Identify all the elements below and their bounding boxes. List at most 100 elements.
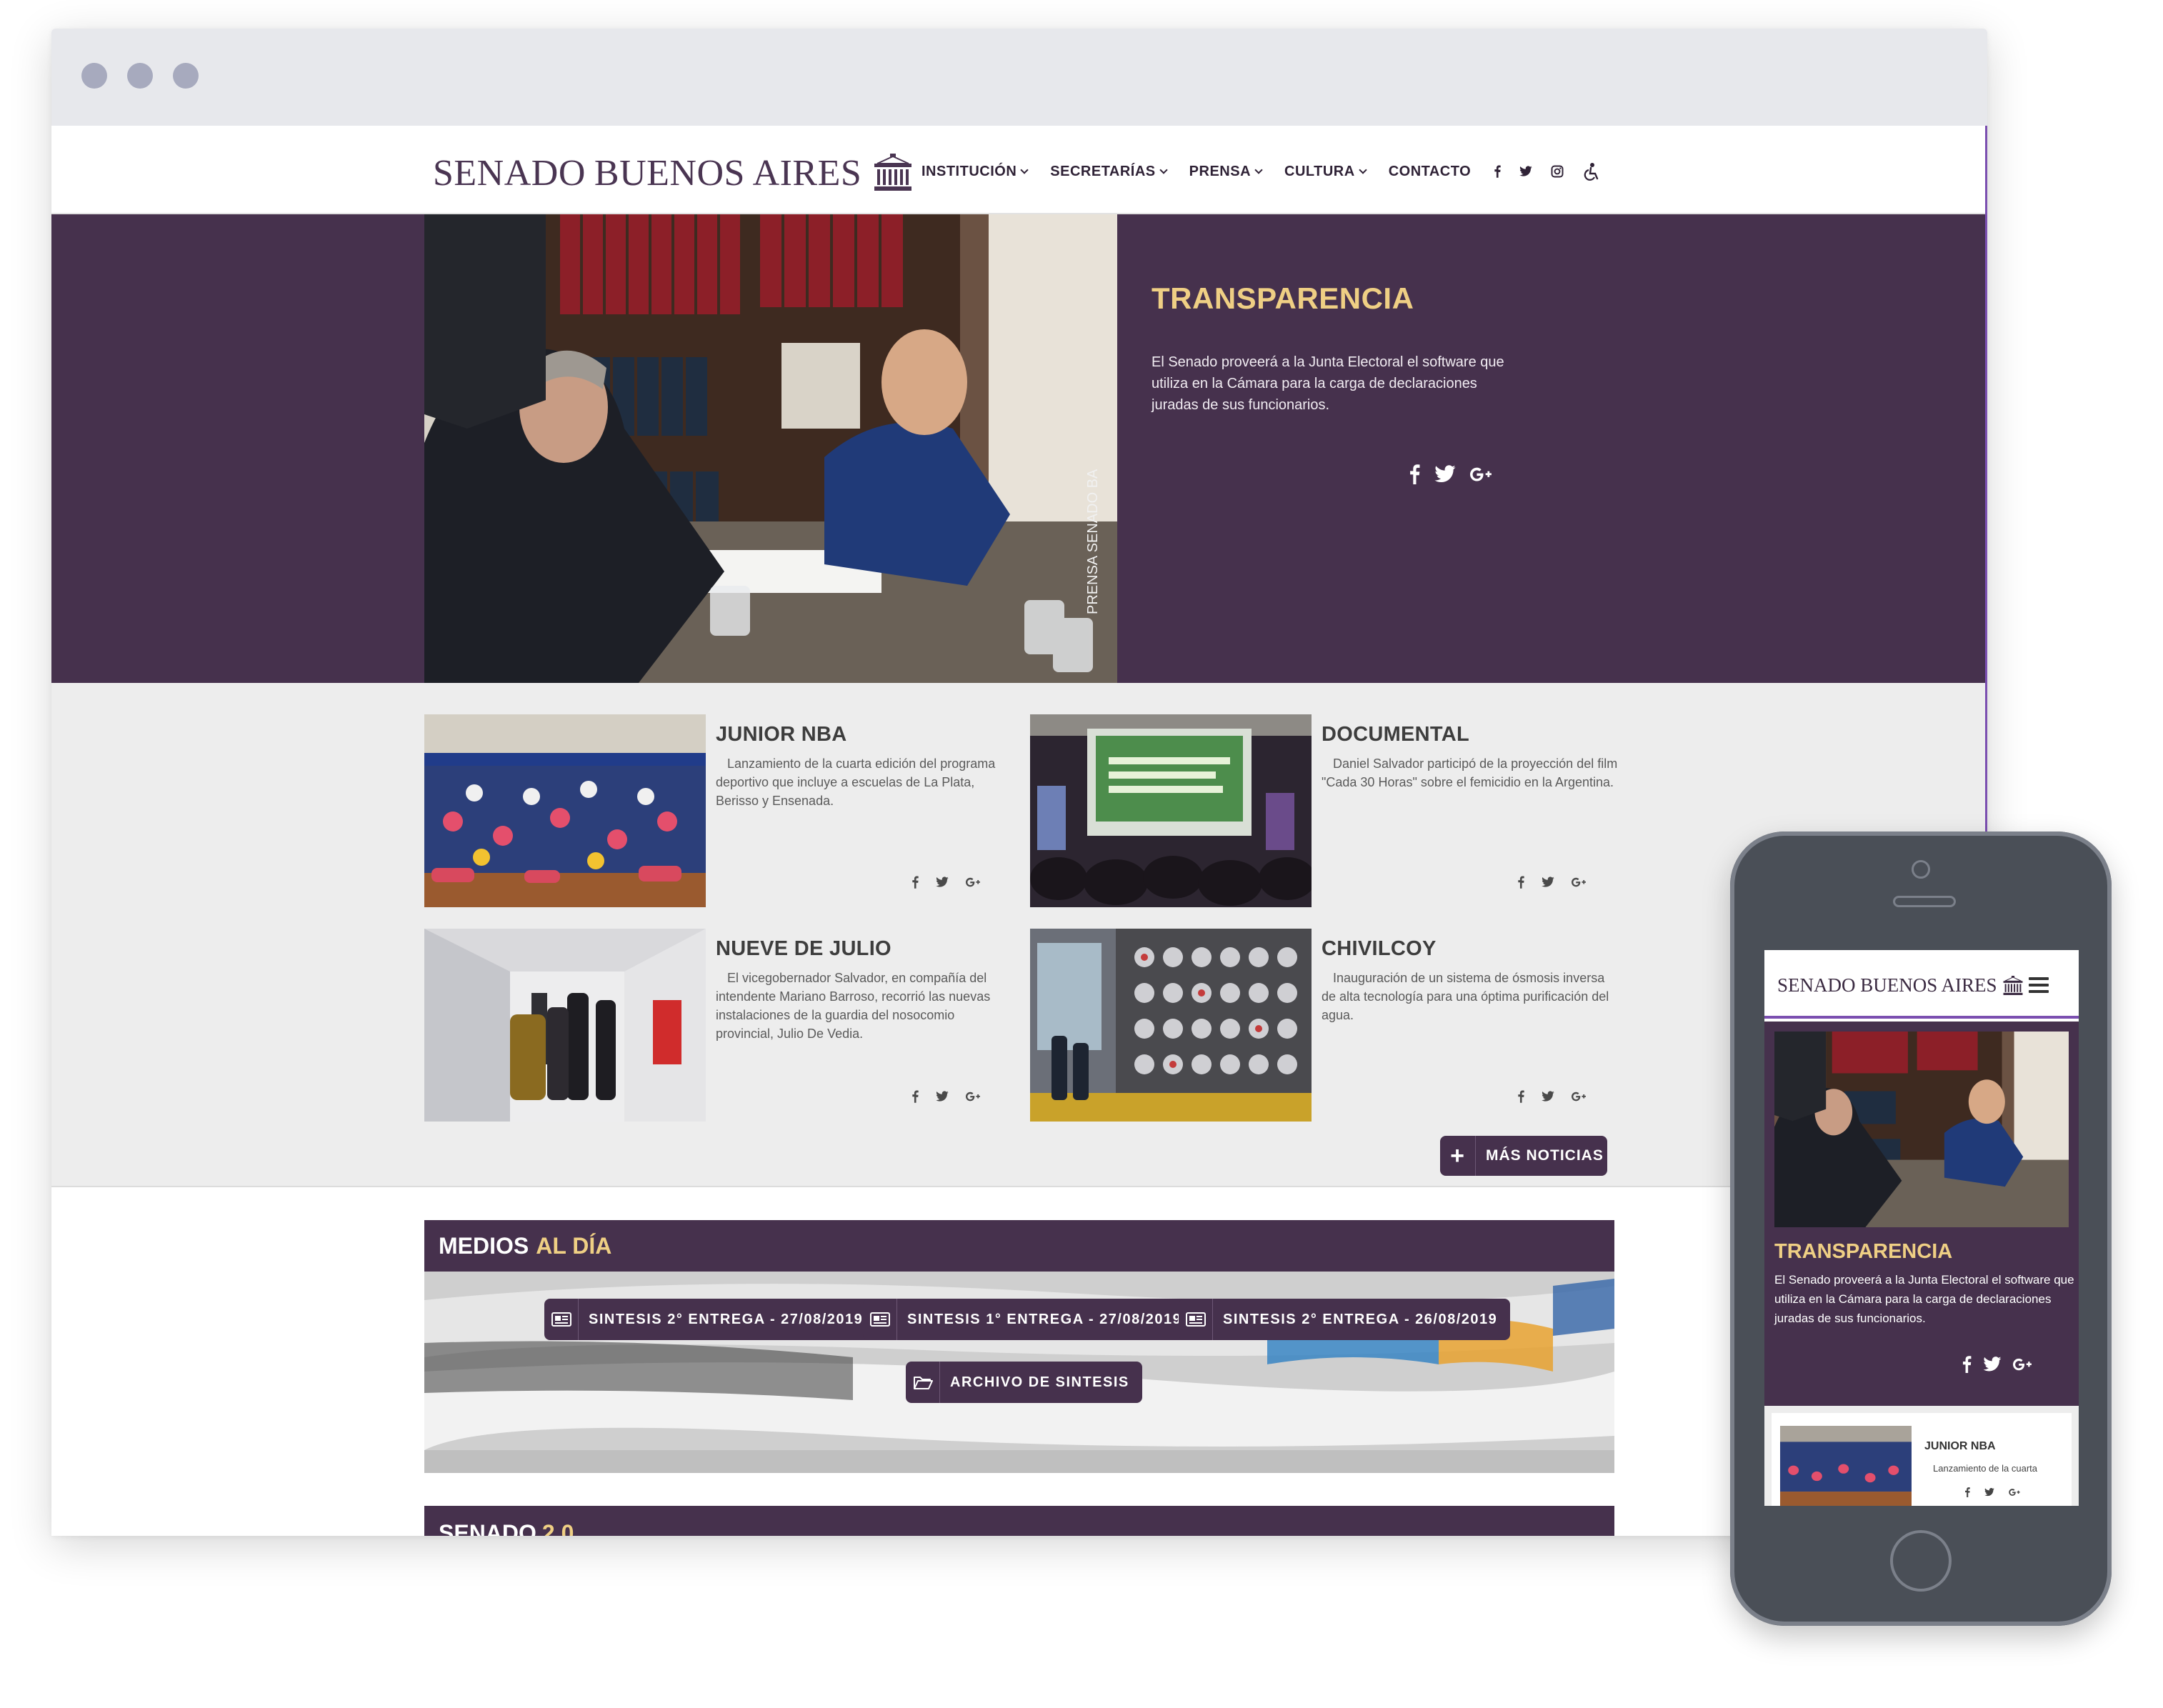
hero-description: El Senado proveerá a la Junta Electoral … bbox=[1152, 354, 1504, 413]
mobile-news-snippet: Lanzamiento de la cuarta bbox=[1933, 1463, 2037, 1474]
mobile-hero-title[interactable]: TRANSPARENCIA bbox=[1774, 1240, 1952, 1264]
facebook-icon[interactable] bbox=[1517, 876, 1524, 889]
news-description: Lanzamiento de la cuarta edición del pro… bbox=[716, 756, 996, 808]
news-description: El vicegobernador Salvador, en compañía … bbox=[716, 971, 991, 1041]
nav-item-contacto[interactable]: CONTACTO bbox=[1389, 164, 1471, 180]
hero-image: PRENSA SENADO BA bbox=[424, 214, 1117, 683]
hamburger-menu-icon[interactable] bbox=[2029, 977, 2049, 993]
news-card[interactable]: DOCUMENTAL Daniel Salvador participó de … bbox=[1030, 714, 1623, 907]
senado20-title-a: SENADO bbox=[439, 1520, 536, 1536]
news-share-links bbox=[1517, 876, 1603, 889]
news-thumbnail[interactable] bbox=[424, 714, 706, 907]
nav-item-label: INSTITUCIÓN bbox=[921, 163, 1017, 179]
nav-item-secretarias[interactable]: SECRETARÍAS bbox=[1050, 163, 1168, 180]
twitter-icon[interactable] bbox=[1519, 166, 1532, 177]
news-card[interactable]: JUNIOR NBA Lanzamiento de la cuarta edic… bbox=[424, 714, 1017, 907]
mobile-news-card[interactable]: JUNIOR NBA Lanzamiento de la cuarta bbox=[1772, 1413, 2072, 1506]
twitter-icon[interactable] bbox=[936, 1091, 949, 1102]
folder-open-icon bbox=[906, 1362, 940, 1403]
mobile-hero-description: El Senado proveerá a la Junta Electoral … bbox=[1774, 1273, 2074, 1325]
mobile-screen: SENADO BUENOS AIRES TRANSPARENCIA El Sen… bbox=[1764, 950, 2079, 1506]
chevron-down-icon bbox=[1020, 165, 1029, 174]
window-maximize-dot[interactable] bbox=[173, 63, 199, 89]
sintesis-button[interactable]: SINTESIS 1° ENTREGA - 27/08/2019 bbox=[863, 1299, 1195, 1340]
hero-photo[interactable]: PRENSA SENADO BA bbox=[424, 214, 1117, 683]
google-plus-icon[interactable] bbox=[1572, 1091, 1586, 1102]
news-thumbnail[interactable] bbox=[1030, 929, 1312, 1122]
news-card[interactable]: CHIVILCOY Inauguración de un sistema de … bbox=[1030, 929, 1623, 1122]
site-logo[interactable]: SENADO BUENOS AIRES bbox=[433, 152, 914, 194]
building-icon bbox=[2002, 976, 2024, 996]
photo-credit-text: PRENSA SENADO BA bbox=[1085, 469, 1101, 614]
facebook-icon[interactable] bbox=[1409, 464, 1420, 484]
sintesis-button[interactable]: SINTESIS 2° ENTREGA - 26/08/2019 bbox=[1179, 1299, 1511, 1340]
medios-title-a: MEDIOS bbox=[439, 1232, 529, 1259]
mobile-header: SENADO BUENOS AIRES bbox=[1764, 950, 2079, 1019]
nav-item-institucion[interactable]: INSTITUCIÓN bbox=[921, 163, 1029, 180]
sintesis-label: SINTESIS 1° ENTREGA - 27/08/2019 bbox=[907, 1311, 1182, 1327]
instagram-icon[interactable] bbox=[1551, 165, 1564, 178]
google-plus-icon[interactable] bbox=[1572, 877, 1586, 888]
phone-camera bbox=[1912, 860, 1930, 879]
building-icon bbox=[871, 154, 914, 192]
google-plus-icon[interactable] bbox=[2009, 1488, 2020, 1497]
site-header: SENADO BUENOS AIRES INSTITUCIÓN SECRETAR… bbox=[51, 126, 1985, 214]
twitter-icon[interactable] bbox=[1984, 1488, 1994, 1497]
window-close-dot[interactable] bbox=[81, 63, 107, 89]
archive-sintesis-button[interactable]: ARCHIVO DE SINTESIS bbox=[906, 1362, 1142, 1403]
phone-home-button[interactable] bbox=[1890, 1530, 1952, 1592]
browser-title-bar bbox=[51, 29, 1987, 126]
twitter-icon[interactable] bbox=[1983, 1357, 2002, 1372]
facebook-icon[interactable] bbox=[1964, 1487, 1970, 1497]
logo-secondary-text: BUENOS AIRES bbox=[594, 152, 862, 194]
facebook-icon[interactable] bbox=[1962, 1356, 1972, 1373]
mobile-news-thumbnail[interactable] bbox=[1780, 1426, 1912, 1506]
mobile-share-links bbox=[1962, 1356, 2043, 1373]
hero-share-links bbox=[1409, 464, 1506, 484]
sintesis-button[interactable]: SINTESIS 2° ENTREGA - 27/08/2019 bbox=[544, 1299, 876, 1340]
twitter-icon[interactable] bbox=[1542, 1091, 1554, 1102]
news-card[interactable]: NUEVE DE JULIO El vicegobernador Salvado… bbox=[424, 929, 1017, 1122]
facebook-icon[interactable] bbox=[1517, 1090, 1524, 1103]
news-share-links bbox=[911, 1090, 997, 1103]
logo-primary-text: SENADO bbox=[433, 152, 586, 194]
senado20-section-header: SENADO 2.0 bbox=[424, 1506, 1614, 1536]
news-title[interactable]: NUEVE DE JULIO bbox=[716, 937, 891, 961]
nav-item-cultura[interactable]: CULTURA bbox=[1284, 164, 1367, 180]
google-plus-icon[interactable] bbox=[966, 1091, 980, 1102]
mobile-news-share-links bbox=[1964, 1487, 2034, 1497]
mobile-news-title[interactable]: JUNIOR NBA bbox=[1924, 1440, 1996, 1453]
news-share-links bbox=[911, 876, 997, 889]
google-plus-icon[interactable] bbox=[1470, 465, 1492, 484]
news-title[interactable]: DOCUMENTAL bbox=[1322, 723, 1469, 746]
newspaper-icon bbox=[544, 1299, 579, 1340]
phone-speaker bbox=[1893, 896, 1956, 907]
facebook-icon[interactable] bbox=[911, 1090, 919, 1103]
desktop-browser-window: SENADO BUENOS AIRES INSTITUCIÓN SECRETAR… bbox=[51, 29, 1987, 1536]
accessibility-icon[interactable] bbox=[1582, 162, 1601, 181]
mobile-hero-photo[interactable] bbox=[1774, 1032, 2069, 1227]
news-title[interactable]: CHIVILCOY bbox=[1322, 937, 1437, 961]
mobile-logo[interactable]: SENADO BUENOS AIRES bbox=[1777, 974, 2024, 997]
hero-title[interactable]: TRANSPARENCIA bbox=[1152, 281, 1414, 316]
facebook-icon[interactable] bbox=[911, 876, 919, 889]
twitter-icon[interactable] bbox=[1434, 465, 1456, 484]
twitter-icon[interactable] bbox=[936, 877, 949, 888]
nav-item-prensa[interactable]: PRENSA bbox=[1189, 164, 1263, 180]
google-plus-icon[interactable] bbox=[2013, 1357, 2032, 1372]
twitter-icon[interactable] bbox=[1542, 877, 1554, 888]
google-plus-icon[interactable] bbox=[966, 877, 980, 888]
facebook-icon[interactable] bbox=[1494, 164, 1501, 179]
news-thumbnail[interactable] bbox=[424, 929, 706, 1122]
sintesis-label: SINTESIS 2° ENTREGA - 27/08/2019 bbox=[589, 1311, 864, 1327]
hero-section: PRENSA SENADO BA TRANSPARENCIA El Senado… bbox=[51, 214, 1985, 683]
window-minimize-dot[interactable] bbox=[127, 63, 153, 89]
more-news-button[interactable]: + MÁS NOTICIAS bbox=[1440, 1136, 1607, 1176]
news-title[interactable]: JUNIOR NBA bbox=[716, 723, 846, 746]
medios-section-header: MEDIOS AL DÍA bbox=[424, 1220, 1614, 1272]
news-description: Inauguración de un sistema de ósmosis in… bbox=[1322, 971, 1609, 1022]
news-image bbox=[424, 929, 706, 1122]
news-thumbnail[interactable] bbox=[1030, 714, 1312, 907]
mobile-news-section: JUNIOR NBA Lanzamiento de la cuarta bbox=[1764, 1406, 2079, 1506]
nav-item-label: SECRETARÍAS bbox=[1050, 163, 1156, 179]
